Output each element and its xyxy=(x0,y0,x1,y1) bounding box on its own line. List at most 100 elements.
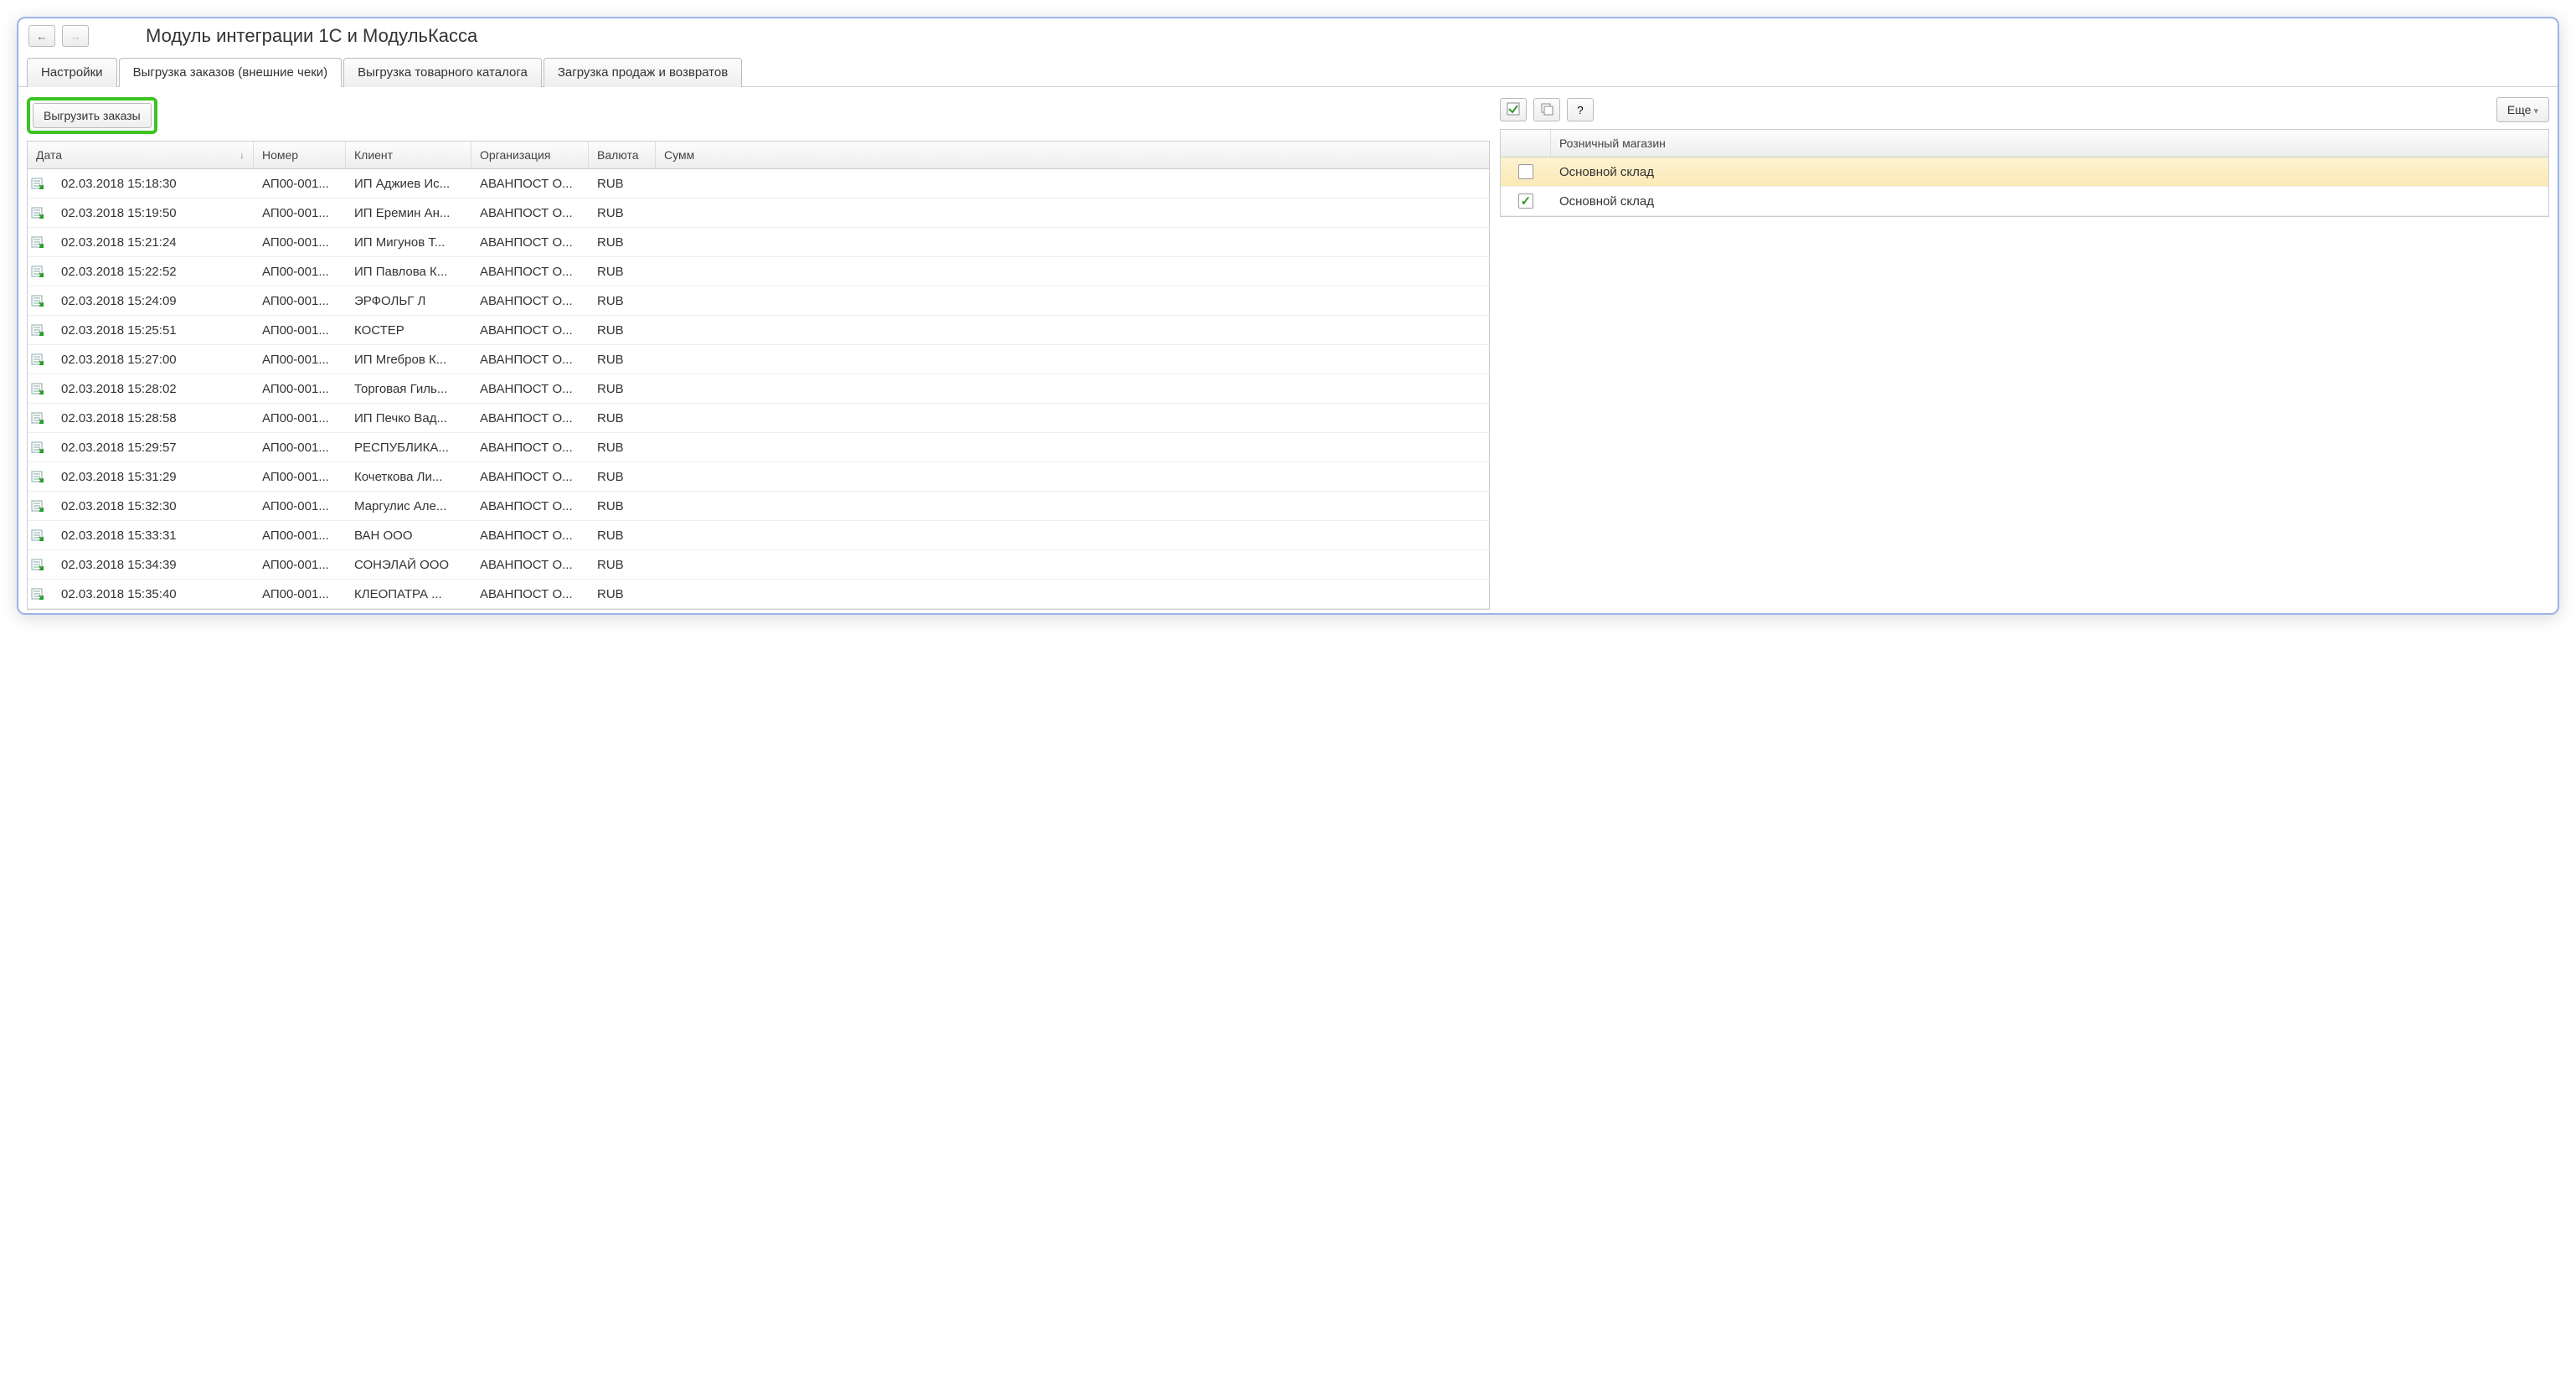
cell-check[interactable]: ✓ xyxy=(1501,193,1551,209)
cell-currency: RUB xyxy=(589,411,656,425)
cell-org: АВАНПОСТ О... xyxy=(471,529,589,543)
cell-number: АП00-001... xyxy=(254,235,346,250)
col-check[interactable] xyxy=(1501,130,1551,157)
order-row[interactable]: 02.03.2018 15:34:39АП00-001...СОНЭЛАЙ ОО… xyxy=(28,550,1489,580)
col-sum[interactable]: Сумм xyxy=(656,142,1489,168)
stores-table-header: Розничный магазин xyxy=(1501,130,2548,157)
nav-toolbar: ← → Модуль интеграции 1С и МодульКасса xyxy=(18,18,2558,54)
uncheck-all-button[interactable] xyxy=(1533,98,1560,121)
tab-2[interactable]: Выгрузка товарного каталога xyxy=(343,58,542,87)
document-icon xyxy=(28,470,53,483)
cell-currency: RUB xyxy=(589,353,656,367)
order-row[interactable]: 02.03.2018 15:29:57АП00-001...РЕСПУБЛИКА… xyxy=(28,433,1489,462)
col-store[interactable]: Розничный магазин xyxy=(1551,130,2548,157)
cell-org: АВАНПОСТ О... xyxy=(471,206,589,220)
order-row[interactable]: 02.03.2018 15:31:29АП00-001...Кочеткова … xyxy=(28,462,1489,492)
cell-client: РЕСПУБЛИКА... xyxy=(346,441,471,455)
export-orders-button[interactable]: Выгрузить заказы xyxy=(33,103,152,128)
col-currency[interactable]: Валюта xyxy=(589,142,656,168)
cell-client: КЛЕОПАТРА ... xyxy=(346,587,471,601)
cell-number: АП00-001... xyxy=(254,441,346,455)
more-button[interactable]: Еще xyxy=(2496,97,2549,122)
document-icon xyxy=(28,411,53,425)
cell-org: АВАНПОСТ О... xyxy=(471,265,589,279)
cell-date: 02.03.2018 15:24:09 xyxy=(53,294,254,308)
sort-asc-icon: ↓ xyxy=(240,149,245,161)
arrow-left-icon: ← xyxy=(36,30,47,43)
cell-client: Кочеткова Ли... xyxy=(346,470,471,484)
order-row[interactable]: 02.03.2018 15:28:58АП00-001...ИП Печко В… xyxy=(28,404,1489,433)
cell-currency: RUB xyxy=(589,265,656,279)
cell-org: АВАНПОСТ О... xyxy=(471,441,589,455)
help-button[interactable]: ? xyxy=(1567,98,1594,121)
document-icon xyxy=(28,558,53,571)
document-icon xyxy=(28,294,53,307)
tab-bar: НастройкиВыгрузка заказов (внешние чеки)… xyxy=(18,57,2558,87)
order-row[interactable]: 02.03.2018 15:24:09АП00-001...ЭРФОЛЬГ ЛА… xyxy=(28,286,1489,316)
cell-currency: RUB xyxy=(589,294,656,308)
checkbox[interactable] xyxy=(1518,164,1533,179)
orders-table-body: 02.03.2018 15:18:30АП00-001...ИП Аджиев … xyxy=(28,169,1489,609)
cell-date: 02.03.2018 15:29:57 xyxy=(53,441,254,455)
store-row[interactable]: Основной склад xyxy=(1501,157,2548,187)
cell-date: 02.03.2018 15:22:52 xyxy=(53,265,254,279)
order-row[interactable]: 02.03.2018 15:19:50АП00-001...ИП Еремин … xyxy=(28,199,1489,228)
order-row[interactable]: 02.03.2018 15:21:24АП00-001...ИП Мигунов… xyxy=(28,228,1489,257)
col-org[interactable]: Организация xyxy=(471,142,589,168)
cell-client: СОНЭЛАЙ ООО xyxy=(346,558,471,572)
cell-number: АП00-001... xyxy=(254,558,346,572)
app-window: ← → Модуль интеграции 1С и МодульКасса Н… xyxy=(17,17,2559,615)
document-icon xyxy=(28,587,53,601)
tab-3[interactable]: Загрузка продаж и возвратов xyxy=(544,58,742,87)
back-button[interactable]: ← xyxy=(28,25,55,47)
order-row[interactable]: 02.03.2018 15:27:00АП00-001...ИП Мгебров… xyxy=(28,345,1489,374)
order-row[interactable]: 02.03.2018 15:35:40АП00-001...КЛЕОПАТРА … xyxy=(28,580,1489,609)
order-row[interactable]: 02.03.2018 15:18:30АП00-001...ИП Аджиев … xyxy=(28,169,1489,199)
cell-number: АП00-001... xyxy=(254,353,346,367)
cell-date: 02.03.2018 15:32:30 xyxy=(53,499,254,513)
col-client[interactable]: Клиент xyxy=(346,142,471,168)
highlight-frame: Выгрузить заказы xyxy=(27,97,157,134)
orders-table-header: Дата ↓ Номер Клиент Организация Валюта С… xyxy=(28,142,1489,169)
cell-org: АВАНПОСТ О... xyxy=(471,411,589,425)
order-row[interactable]: 02.03.2018 15:28:02АП00-001...Торговая Г… xyxy=(28,374,1489,404)
document-icon xyxy=(28,323,53,337)
checkmark-icon: ✓ xyxy=(1521,193,1532,209)
store-row[interactable]: ✓Основной склад xyxy=(1501,187,2548,216)
order-row[interactable]: 02.03.2018 15:33:31АП00-001...ВАН ОООАВА… xyxy=(28,521,1489,550)
tab-1[interactable]: Выгрузка заказов (внешние чеки) xyxy=(119,58,343,87)
cell-number: АП00-001... xyxy=(254,177,346,191)
col-date-label: Дата xyxy=(36,148,62,162)
cell-org: АВАНПОСТ О... xyxy=(471,470,589,484)
cell-org: АВАНПОСТ О... xyxy=(471,353,589,367)
main-content: Выгрузить заказы Дата ↓ Номер Клиент Орг… xyxy=(18,87,2558,613)
checkbox[interactable]: ✓ xyxy=(1518,193,1533,209)
check-all-button[interactable] xyxy=(1500,98,1527,121)
cell-org: АВАНПОСТ О... xyxy=(471,499,589,513)
stores-table-body: Основной склад✓Основной склад xyxy=(1501,157,2548,216)
order-row[interactable]: 02.03.2018 15:25:51АП00-001...КОСТЕРАВАН… xyxy=(28,316,1489,345)
forward-button[interactable]: → xyxy=(62,25,89,47)
col-number[interactable]: Номер xyxy=(254,142,346,168)
cell-currency: RUB xyxy=(589,382,656,396)
orders-toolbar: Выгрузить заказы xyxy=(27,97,1490,134)
cell-number: АП00-001... xyxy=(254,294,346,308)
cell-currency: RUB xyxy=(589,587,656,601)
cell-client: Маргулис Але... xyxy=(346,499,471,513)
tab-0[interactable]: Настройки xyxy=(27,58,117,87)
cell-client: ИП Мигунов Т... xyxy=(346,235,471,250)
cell-number: АП00-001... xyxy=(254,265,346,279)
cell-date: 02.03.2018 15:25:51 xyxy=(53,323,254,338)
document-icon xyxy=(28,265,53,278)
cell-date: 02.03.2018 15:35:40 xyxy=(53,587,254,601)
order-row[interactable]: 02.03.2018 15:22:52АП00-001...ИП Павлова… xyxy=(28,257,1489,286)
cell-date: 02.03.2018 15:34:39 xyxy=(53,558,254,572)
document-icon xyxy=(28,353,53,366)
order-row[interactable]: 02.03.2018 15:32:30АП00-001...Маргулис А… xyxy=(28,492,1489,521)
col-date[interactable]: Дата ↓ xyxy=(28,142,254,168)
cell-check[interactable] xyxy=(1501,164,1551,179)
cell-number: АП00-001... xyxy=(254,382,346,396)
arrow-right-icon: → xyxy=(70,30,80,43)
cell-org: АВАНПОСТ О... xyxy=(471,587,589,601)
cell-date: 02.03.2018 15:27:00 xyxy=(53,353,254,367)
